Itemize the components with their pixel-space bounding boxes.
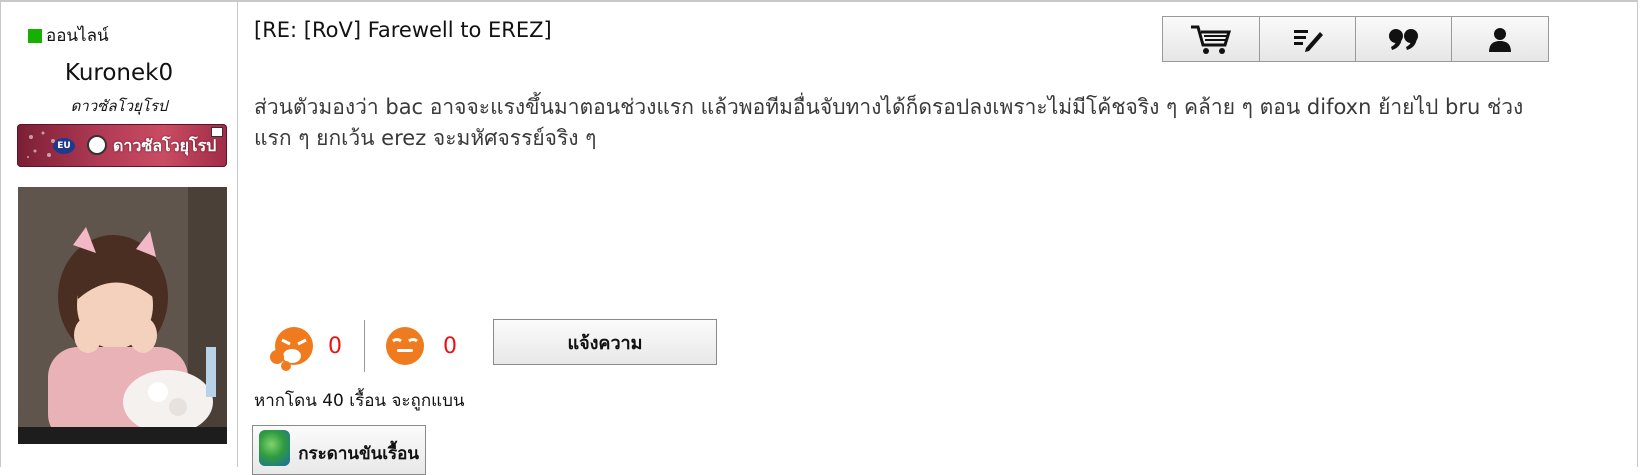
laugh-emoji-icon [270, 327, 313, 371]
avatar-photo [18, 187, 227, 444]
quote-icon [1388, 29, 1418, 50]
online-status: ออนไลน์ [28, 22, 109, 49]
profile-button[interactable] [1451, 16, 1549, 62]
user-icon [1489, 28, 1511, 52]
user-sidebar: ออนไลน์ Kuronek0 ดาวซัลโวยุโรป EU ดาวซัล… [0, 2, 238, 467]
edit-button[interactable] [1259, 16, 1356, 62]
online-status-label: ออนไลน์ [46, 26, 109, 46]
like-count: 0 [328, 333, 342, 359]
online-indicator-icon [28, 28, 42, 43]
post-main: [RE: [RoV] Farewell to EREZ] ส่วนตัวมองว… [238, 2, 1640, 475]
dislike-count: 0 [443, 333, 457, 359]
leprosy-board-button[interactable]: กระดานขันเรื้อน [252, 425, 426, 475]
post-body: ส่วนตัวมองว่า bac อาจจะแรงขึ้นมาตอนช่วงแ… [254, 95, 1524, 150]
edit-icon [1293, 30, 1323, 52]
cart-icon [1191, 25, 1232, 54]
reaction-divider [364, 320, 365, 372]
report-button[interactable]: แจ้งความ [493, 319, 717, 365]
reaction-bar: 0 0 [268, 320, 457, 372]
leprosy-board-label: กระดานขันเรื้อน [298, 444, 419, 464]
team-seal-icon [87, 135, 107, 155]
avatar [18, 187, 227, 444]
post-toolbar [1162, 16, 1549, 62]
like-reaction-button[interactable] [268, 324, 313, 371]
rank-badge-text: ดาวซัลโวยุโรป [113, 136, 217, 155]
username[interactable]: Kuronek0 [0, 60, 238, 86]
rank-badge: EU ดาวซัลโวยุโรป [17, 124, 227, 167]
eu-region-badge: EU [53, 138, 75, 154]
dislike-reaction-button[interactable] [383, 324, 427, 368]
ban-warning-text: หากโดน 40 เรื้อน จะถูกแบน [254, 391, 465, 411]
quote-button[interactable] [1355, 16, 1452, 62]
post-title: [RE: [RoV] Farewell to EREZ] [254, 18, 552, 42]
annoyed-emoji-icon [386, 327, 424, 365]
cart-button[interactable] [1162, 16, 1260, 62]
flag-icon [211, 127, 223, 137]
user-rank-title: ดาวซัลโวยุโรป [70, 97, 168, 115]
globe-icon [259, 430, 291, 466]
